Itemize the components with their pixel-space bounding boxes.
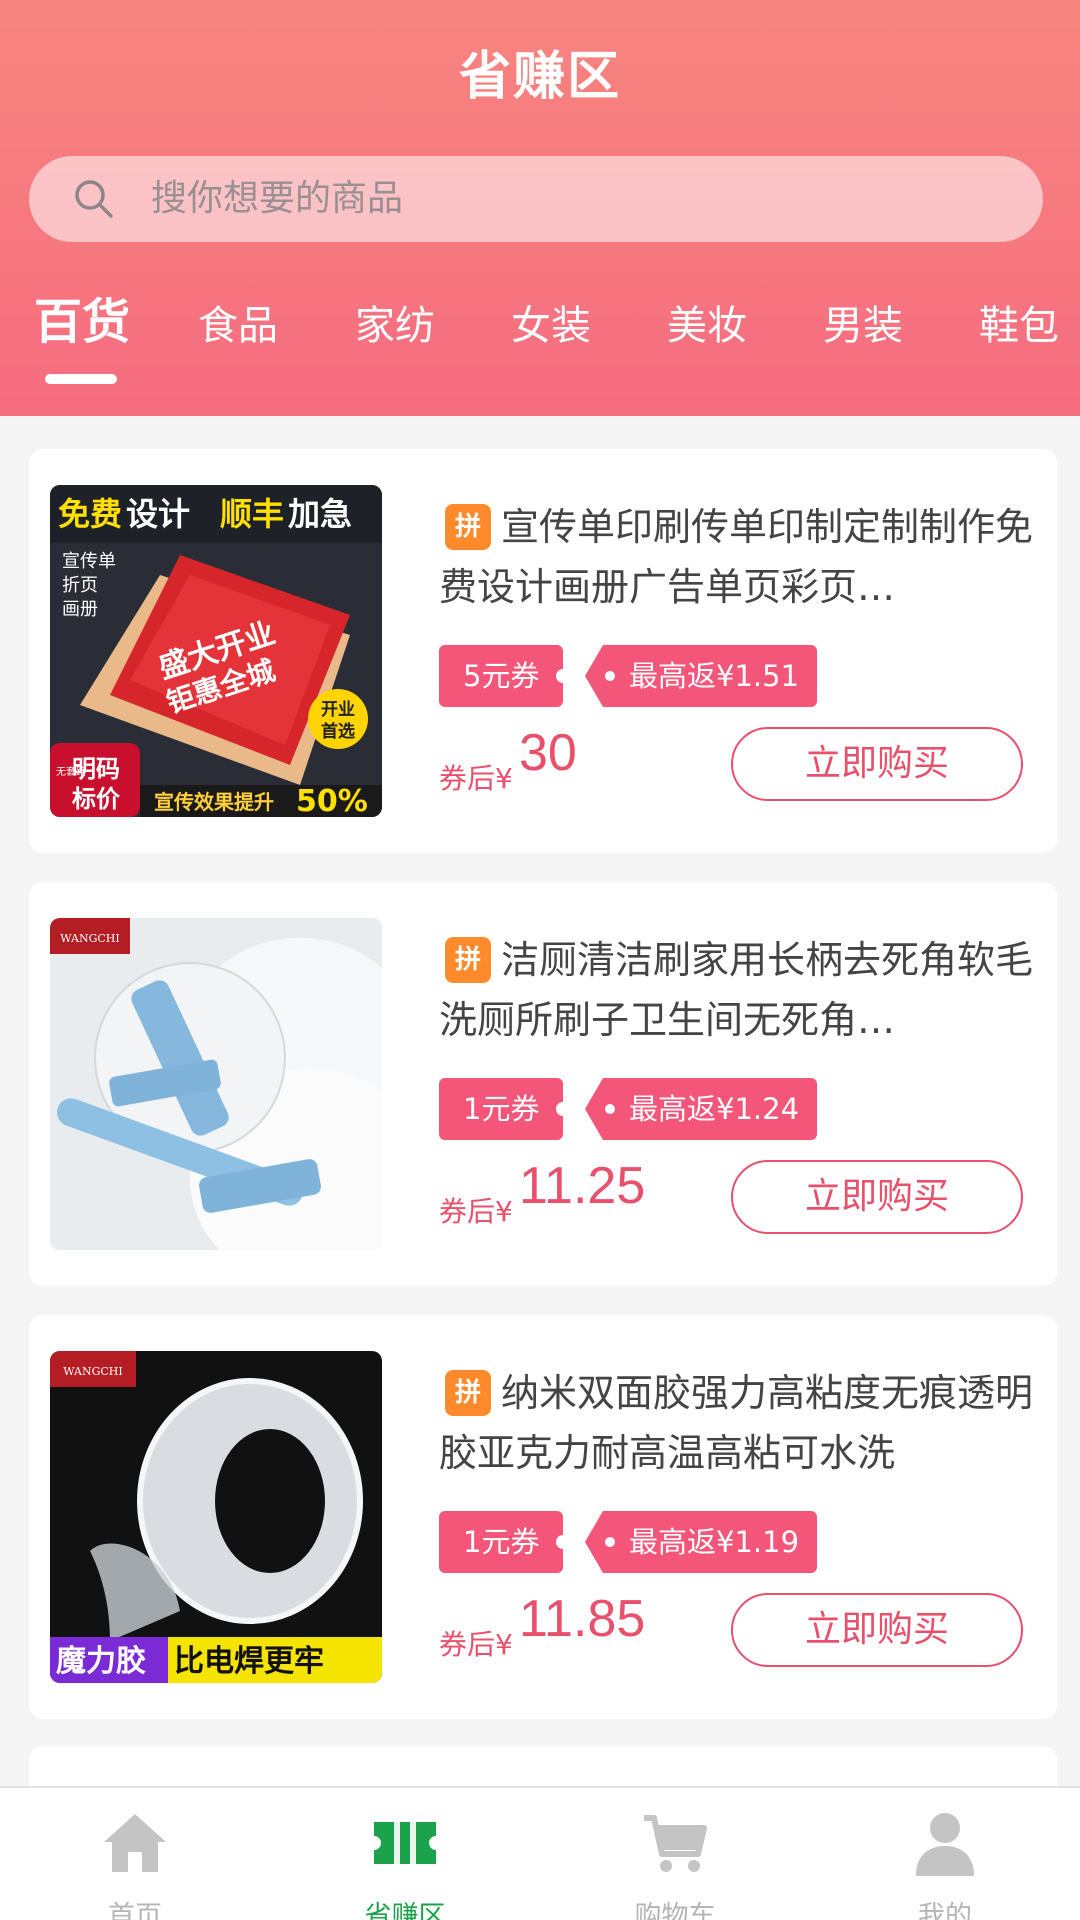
- image-text: 设计: [126, 495, 190, 533]
- product-title-text: 洁厕清洁刷家用长柄去死角软毛洗厕所刷子卫生间无死角…: [439, 938, 1034, 1042]
- rebate-tag: 最高返¥1.24: [585, 1078, 817, 1140]
- price: 11.25: [519, 1157, 646, 1215]
- image-text: 首选: [321, 721, 355, 742]
- tab-jiafang[interactable]: 家纺: [355, 296, 435, 356]
- image-text: 免费: [58, 495, 122, 533]
- brand-text: WANGCHI: [60, 932, 119, 945]
- rebate-tag: 最高返¥1.19: [585, 1511, 817, 1573]
- coupon-tag: 1元券: [439, 1078, 571, 1140]
- user-icon: [916, 1813, 974, 1876]
- image-text: 明码: [72, 755, 120, 783]
- buy-now-button[interactable]: 立即购买: [731, 1593, 1023, 1667]
- image-text: 宣传效果提升: [154, 790, 274, 814]
- product-title[interactable]: 洁厕清洁刷家用长柄去死角软毛洗厕所刷子卫生间无死角…: [439, 930, 1039, 1050]
- product-title[interactable]: 宣传单印刷传单印制定制制作免费设计画册广告单页彩页…: [439, 497, 1039, 617]
- nav-profile[interactable]: 我的: [810, 1788, 1080, 1920]
- rebate-text: 最高返¥1.24: [629, 1092, 800, 1126]
- image-text: 比电焊更牢: [174, 1644, 324, 1679]
- nav-label: 首页: [108, 1901, 162, 1920]
- nav-label: 购物车: [634, 1901, 716, 1920]
- product-title-text: 纳米双面胶强力高粘度无痕透明胶亚克力耐高温高粘可水洗: [439, 1371, 1034, 1475]
- category-tabs: 百货 食品 家纺 女装 美妆 男装 鞋包: [0, 292, 1080, 384]
- price: 11.85: [519, 1590, 646, 1648]
- image-text: 宣传单: [62, 551, 116, 572]
- header: 省赚区 搜你想要的商品 百货 食品 家纺 女装 美妆 男装 鞋包: [0, 0, 1080, 416]
- home-icon: [104, 1814, 166, 1872]
- rebate-text: 最高返¥1.51: [629, 659, 800, 693]
- ticket-icon: [374, 1822, 436, 1864]
- product-card[interactable]: 免费 设计 顺丰 加急 宣传单 折页 画册 盛大开业 钜惠全城 开业 首选 无套…: [29, 449, 1057, 853]
- product-image[interactable]: WANGCHI: [50, 918, 382, 1250]
- rebate-text: 最高返¥1.19: [629, 1525, 800, 1559]
- tab-nanzhuang[interactable]: 男装: [823, 296, 903, 356]
- buy-now-button[interactable]: 立即购买: [731, 727, 1023, 801]
- after-coupon-label: 券后¥: [439, 1628, 513, 1661]
- image-text: 标价: [72, 785, 121, 813]
- rebate-tag: 最高返¥1.51: [585, 645, 817, 707]
- tab-meizhuang[interactable]: 美妆: [667, 296, 747, 356]
- search-icon: [75, 180, 113, 218]
- after-coupon-label: 券后¥: [439, 762, 513, 795]
- coupon-tag: 1元券: [439, 1511, 571, 1573]
- image-text: 顺丰: [220, 495, 284, 533]
- page-title: 省赚区: [458, 47, 621, 107]
- product-image[interactable]: WANGCHI 魔力胶 比电焊更牢: [50, 1351, 382, 1683]
- image-text: 魔力胶: [56, 1644, 146, 1679]
- image-text: 折页: [62, 575, 98, 596]
- nav-label: 省赚区: [364, 1901, 446, 1920]
- tab-nvzhuang[interactable]: 女装: [511, 296, 591, 356]
- image-text: 画册: [62, 599, 98, 620]
- nav-label: 我的: [918, 1901, 972, 1920]
- coupon-tag: 5元券: [439, 645, 571, 707]
- tab-baihuo[interactable]: 百货: [34, 292, 130, 352]
- product-image[interactable]: 免费 设计 顺丰 加急 宣传单 折页 画册 盛大开业 钜惠全城 开业 首选 无套…: [50, 485, 382, 817]
- product-title-text: 宣传单印刷传单印制定制制作免费设计画册广告单页彩页…: [439, 505, 1034, 609]
- search-placeholder: 搜你想要的商品: [151, 178, 404, 219]
- cart-icon: [644, 1815, 707, 1872]
- price: 30: [519, 724, 577, 782]
- bottom-nav: 首页 省赚区 购物车 我的: [0, 1786, 1080, 1920]
- image-text: 加急: [288, 495, 352, 533]
- product-card[interactable]: WANGCHI 魔力胶 比电焊更牢 拼 纳米双面胶强力高粘度无痕透明胶亚克力耐高…: [29, 1315, 1057, 1719]
- search-input[interactable]: 搜你想要的商品: [29, 156, 1043, 242]
- product-title[interactable]: 纳米双面胶强力高粘度无痕透明胶亚克力耐高温高粘可水洗: [439, 1363, 1039, 1483]
- tab-shipin[interactable]: 食品: [198, 296, 278, 356]
- brand-text: WANGCHI: [63, 1365, 122, 1378]
- nav-savings[interactable]: 省赚区: [270, 1788, 540, 1920]
- buy-now-button[interactable]: 立即购买: [731, 1160, 1023, 1234]
- product-card[interactable]: WANGCHI 拼 洁厕清洁刷家用长柄去死角软毛洗厕所刷子卫生间无死角… 1元券…: [29, 882, 1057, 1286]
- nav-cart[interactable]: 购物车: [540, 1788, 810, 1920]
- image-text: 50%: [296, 784, 368, 817]
- active-tab-indicator: [45, 374, 117, 384]
- nav-home[interactable]: 首页: [0, 1788, 270, 1920]
- after-coupon-label: 券后¥: [439, 1195, 513, 1228]
- image-text: 开业: [321, 700, 355, 720]
- tab-xiebao[interactable]: 鞋包: [979, 296, 1059, 356]
